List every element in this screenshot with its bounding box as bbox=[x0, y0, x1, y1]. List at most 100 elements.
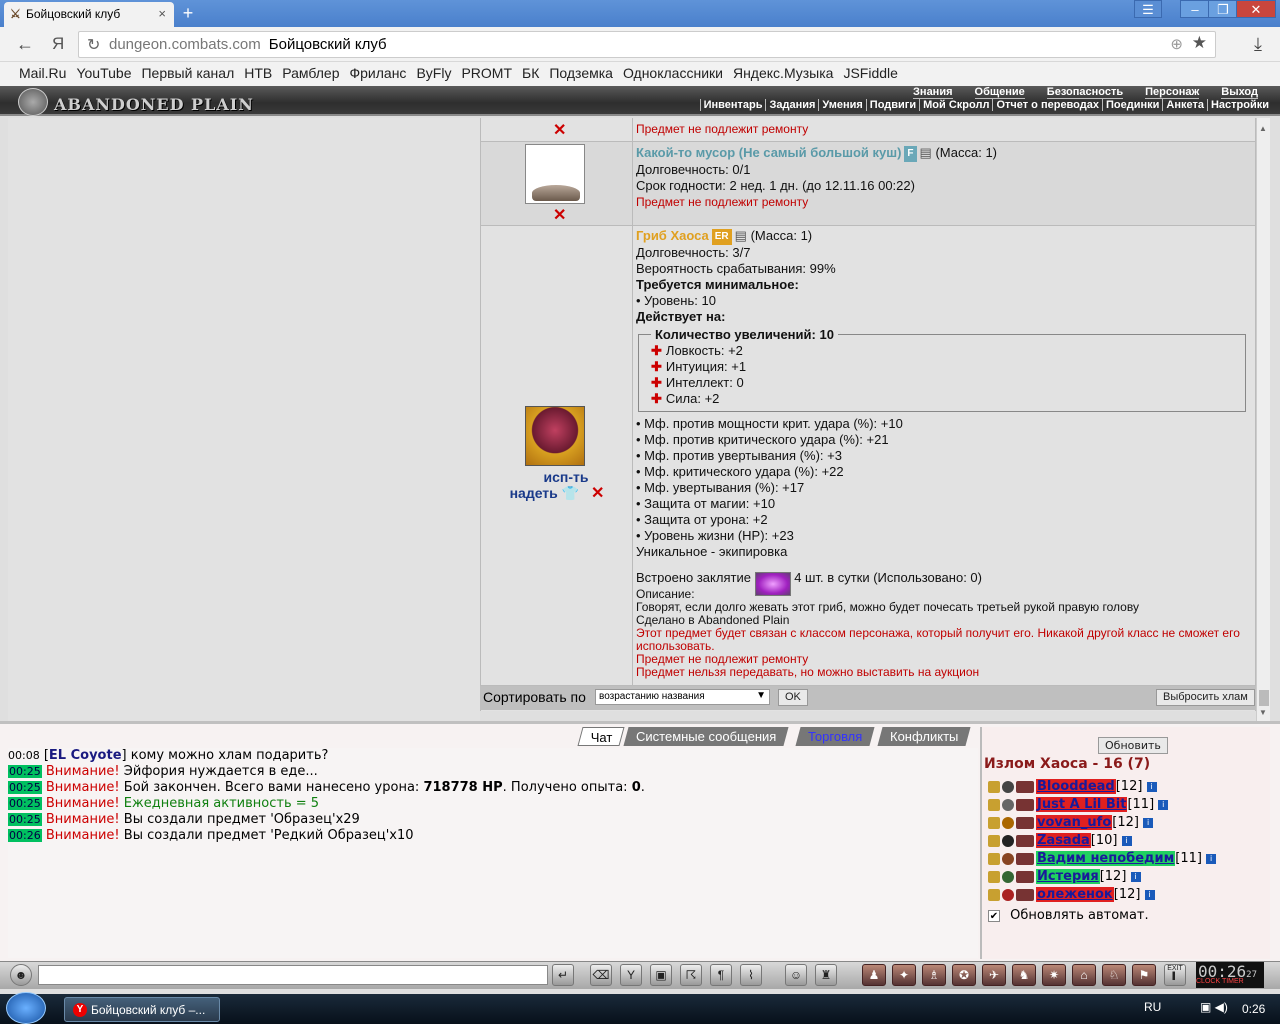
clan-icon[interactable] bbox=[1002, 888, 1014, 901]
reload-icon[interactable]: ↻ bbox=[87, 35, 100, 55]
align-icon[interactable] bbox=[1016, 870, 1034, 883]
player-name[interactable]: олеженок bbox=[1036, 887, 1114, 902]
player-name[interactable]: Вадим непобедим bbox=[1036, 851, 1176, 866]
minimize-button[interactable]: – bbox=[1180, 0, 1210, 18]
eraser-icon[interactable]: ⌫ bbox=[590, 964, 612, 986]
download-icon[interactable]: ⤓ bbox=[1254, 34, 1262, 55]
action-icon-8[interactable]: ⌂ bbox=[1072, 964, 1096, 986]
chat-nick[interactable]: EL Coyote bbox=[49, 748, 122, 763]
bookmark-item[interactable]: ByFly bbox=[416, 65, 451, 81]
scroll-down-icon[interactable]: ▼ bbox=[1259, 708, 1267, 717]
bookmark-star-icon[interactable]: ★ bbox=[1192, 33, 1207, 53]
sub-menu-item[interactable]: Поединки bbox=[1101, 99, 1163, 111]
item-info-icon[interactable]: ▤ bbox=[735, 228, 747, 243]
protect-icon[interactable]: ⊕ bbox=[1170, 35, 1183, 53]
remove-item-icon[interactable]: ✕ bbox=[591, 485, 604, 502]
action-icon-3[interactable]: ♗ bbox=[922, 964, 946, 986]
action-icon-4[interactable]: ✪ bbox=[952, 964, 976, 986]
item-name[interactable]: Какой-то мусор (Не самый большой куш) bbox=[636, 145, 901, 160]
info-icon[interactable]: i bbox=[1143, 817, 1154, 828]
align-icon[interactable] bbox=[1016, 852, 1034, 865]
sub-menu-item[interactable]: Мой Скролл bbox=[919, 99, 993, 111]
private-msg-icon[interactable] bbox=[988, 798, 1000, 811]
remove-item-icon[interactable]: ✕ bbox=[553, 205, 566, 225]
flag-icon[interactable]: ⚑ bbox=[1132, 964, 1156, 986]
close-window-button[interactable]: ✕ bbox=[1236, 0, 1276, 18]
sub-menu-item[interactable]: Анкета bbox=[1162, 99, 1207, 111]
bookmark-item[interactable]: YouTube bbox=[76, 65, 131, 81]
main-scrollbar[interactable]: ▲ ▼ bbox=[1256, 118, 1270, 721]
clan-icon[interactable] bbox=[1002, 834, 1014, 847]
bookmark-item[interactable]: Одноклассники bbox=[623, 65, 723, 81]
chat-time[interactable]: 00:25 bbox=[8, 797, 42, 810]
start-button[interactable] bbox=[6, 992, 46, 1024]
bookmark-item[interactable]: Рамблер bbox=[282, 65, 339, 81]
browser-menu-button[interactable]: ☰ bbox=[1134, 0, 1162, 18]
scroll-thumb[interactable] bbox=[1259, 690, 1269, 706]
private-msg-icon[interactable] bbox=[988, 834, 1000, 847]
sort-select[interactable]: возрастанию названия ▼ bbox=[595, 689, 770, 705]
clan-icon[interactable] bbox=[1002, 816, 1014, 829]
plus-icon[interactable]: ✚ bbox=[651, 359, 662, 374]
action-icon-2[interactable]: ✦ bbox=[892, 964, 916, 986]
chat-time[interactable]: 00:26 bbox=[8, 829, 42, 842]
language-indicator[interactable]: RU bbox=[1144, 1000, 1161, 1014]
exit-button[interactable]: EXIT ▌ bbox=[1164, 964, 1186, 986]
private-msg-icon[interactable] bbox=[988, 870, 1000, 883]
remove-item-icon[interactable]: ✕ bbox=[553, 120, 566, 140]
player-name[interactable]: Blooddead bbox=[1036, 779, 1116, 794]
player-name[interactable]: Zasada bbox=[1036, 833, 1091, 848]
sub-menu-item[interactable]: Настройки bbox=[1206, 99, 1272, 111]
clan-icon[interactable] bbox=[1002, 852, 1014, 865]
top-menu-item[interactable]: Персонаж bbox=[1145, 86, 1200, 99]
sub-menu-item[interactable]: Подвиги bbox=[865, 99, 920, 111]
clan-icon[interactable] bbox=[1002, 798, 1014, 811]
system-clock[interactable]: 0:26 bbox=[1242, 1002, 1265, 1016]
chat-time[interactable]: 00:25 bbox=[8, 781, 42, 794]
tray-icons[interactable]: ▣ ◀) bbox=[1200, 1000, 1228, 1014]
info-icon[interactable]: i bbox=[1130, 871, 1141, 882]
private-msg-icon[interactable] bbox=[988, 780, 1000, 793]
sub-menu-item[interactable]: Инвентарь bbox=[699, 99, 766, 111]
sub-menu-item[interactable]: Отчет о переводах bbox=[992, 99, 1102, 111]
tab-close-icon[interactable]: × bbox=[158, 6, 166, 21]
player-name[interactable]: vovan_ufo bbox=[1036, 815, 1113, 830]
action-icon-1[interactable]: ♟ bbox=[862, 964, 886, 986]
mushroom-item-image[interactable] bbox=[525, 406, 585, 466]
private-msg-icon[interactable] bbox=[988, 852, 1000, 865]
top-menu-item[interactable]: Безопасность bbox=[1046, 86, 1124, 99]
tab-conflicts[interactable]: Конфликты bbox=[877, 727, 971, 746]
tab-chat[interactable]: Чат bbox=[577, 727, 625, 746]
translit-icon[interactable]: ¶ bbox=[710, 964, 732, 986]
browser-tab[interactable]: ⚔ Бойцовский клуб × bbox=[4, 2, 174, 27]
url-bar[interactable]: ↻ dungeon.combats.com Бойцовский клуб ⊕ ★ bbox=[78, 31, 1216, 58]
bookmark-item[interactable]: Mail.Ru bbox=[19, 65, 66, 81]
bookmark-item[interactable]: БК bbox=[522, 65, 539, 81]
plus-icon[interactable]: ✚ bbox=[651, 343, 662, 358]
chat-time[interactable]: 00:25 bbox=[8, 813, 42, 826]
new-tab-button[interactable]: + bbox=[178, 3, 198, 23]
align-icon[interactable] bbox=[1016, 780, 1034, 793]
save-icon[interactable]: ▣ bbox=[650, 964, 672, 986]
info-icon[interactable]: i bbox=[1158, 799, 1169, 810]
align-icon[interactable] bbox=[1016, 834, 1034, 847]
sort-ok-button[interactable]: OK bbox=[778, 689, 808, 706]
bookmark-item[interactable]: PROMT bbox=[461, 65, 512, 81]
use-item-link[interactable]: исп-ть bbox=[481, 469, 633, 485]
info-icon[interactable]: i bbox=[1144, 889, 1155, 900]
action-icon-9[interactable]: ♘ bbox=[1102, 964, 1126, 986]
align-icon[interactable] bbox=[1016, 888, 1034, 901]
item-name[interactable]: Гриб Хаоса bbox=[636, 228, 709, 243]
action-icon-5[interactable]: ✈ bbox=[982, 964, 1006, 986]
chat-time[interactable]: 00:08 bbox=[8, 749, 40, 762]
info-icon[interactable]: i bbox=[1121, 835, 1132, 846]
player-name[interactable]: Истерия bbox=[1036, 869, 1100, 884]
bookmark-item[interactable]: JSFiddle bbox=[843, 65, 897, 81]
spell-scroll-icon[interactable] bbox=[754, 571, 791, 596]
clock-button[interactable]: CLOCK bbox=[1196, 978, 1220, 985]
back-arrow-icon[interactable]: ← bbox=[16, 34, 34, 55]
bookmark-item[interactable]: НТВ bbox=[244, 65, 272, 81]
info-icon[interactable]: i bbox=[1146, 781, 1157, 792]
item-info-icon[interactable]: ▤ bbox=[920, 145, 932, 160]
auto-refresh-checkbox[interactable]: ✔ bbox=[988, 910, 1000, 922]
